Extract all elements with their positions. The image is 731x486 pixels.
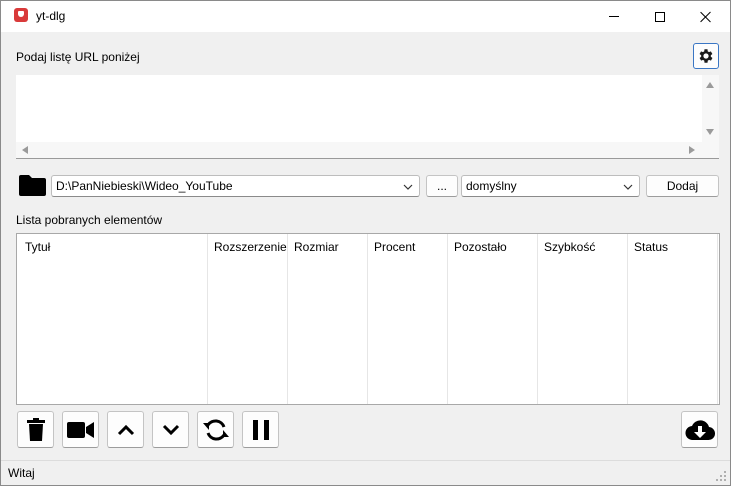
close-icon	[700, 11, 712, 23]
save-path-value: D:\PanNiebieski\Wideo_YouTube	[56, 179, 233, 193]
reload-button[interactable]	[197, 411, 234, 448]
gear-icon	[699, 49, 713, 63]
download-list[interactable]: Tytuł Rozszerzenie Rozmiar Procent Pozos…	[16, 233, 720, 405]
video-camera-icon	[66, 421, 94, 438]
play-video-button[interactable]	[62, 411, 99, 448]
scroll-left-icon[interactable]	[22, 146, 28, 154]
column-header-title[interactable]: Tytuł	[17, 234, 208, 404]
status-bar: Witaj	[1, 460, 730, 485]
chevron-down-icon	[403, 184, 413, 190]
scroll-up-icon[interactable]	[706, 82, 714, 88]
maximize-button[interactable]	[637, 1, 683, 32]
delete-button[interactable]	[17, 411, 54, 448]
column-header-extension[interactable]: Rozszerzenie	[208, 234, 288, 404]
browse-button[interactable]: ...	[426, 175, 458, 197]
chevron-down-icon	[162, 424, 179, 435]
url-list-label: Podaj listę URL poniżej	[16, 50, 140, 64]
column-header-remaining[interactable]: Pozostało	[448, 234, 538, 404]
chevron-up-icon	[117, 424, 134, 435]
cloud-download-icon	[685, 419, 715, 440]
minimize-button[interactable]	[591, 1, 637, 32]
column-header-size[interactable]: Rozmiar	[288, 234, 368, 404]
pause-button[interactable]	[242, 411, 279, 448]
scroll-down-icon[interactable]	[706, 129, 714, 135]
status-text: Witaj	[8, 466, 35, 480]
column-header-speed[interactable]: Szybkość	[538, 234, 628, 404]
app-logo-icon	[14, 8, 28, 22]
chevron-down-icon	[623, 184, 633, 190]
url-input-area[interactable]	[16, 75, 719, 159]
format-combobox[interactable]: domyślny	[461, 175, 640, 197]
move-down-button[interactable]	[152, 411, 189, 448]
url-horizontal-scrollbar[interactable]	[16, 142, 719, 158]
trash-icon	[26, 417, 45, 441]
window-title: yt-dlg	[36, 9, 66, 23]
add-button[interactable]: Dodaj	[646, 175, 719, 197]
download-list-label: Lista pobranych elementów	[16, 213, 163, 227]
app-window: yt-dlg Podaj listę URL poniżej D:\PanNie…	[0, 0, 731, 486]
start-download-button[interactable]	[681, 411, 718, 448]
move-up-button[interactable]	[107, 411, 144, 448]
settings-button[interactable]	[693, 43, 719, 69]
minimize-icon	[609, 16, 619, 17]
resize-grip-icon[interactable]	[715, 470, 727, 482]
column-header-percent[interactable]: Procent	[368, 234, 448, 404]
pause-icon	[252, 419, 269, 440]
folder-icon[interactable]	[19, 175, 46, 196]
close-button[interactable]	[683, 1, 729, 32]
column-header-status[interactable]: Status	[628, 234, 718, 404]
url-vertical-scrollbar[interactable]	[702, 75, 719, 143]
save-path-combobox[interactable]: D:\PanNiebieski\Wideo_YouTube	[51, 175, 420, 197]
refresh-icon	[202, 419, 229, 440]
format-value: domyślny	[466, 179, 517, 193]
maximize-icon	[655, 11, 665, 22]
scroll-right-icon[interactable]	[689, 146, 695, 154]
title-bar[interactable]: yt-dlg	[1, 1, 730, 32]
